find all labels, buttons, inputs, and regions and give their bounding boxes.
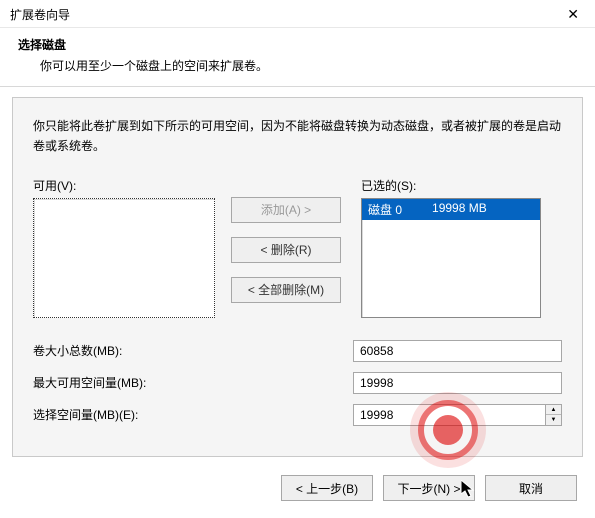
description-text: 你只能将此卷扩展到如下所示的可用空间，因为不能将磁盘转换为动态磁盘，或者被扩展的… (33, 116, 562, 157)
close-icon[interactable]: ✕ (561, 6, 585, 23)
selected-label: 已选的(S): (361, 177, 562, 194)
remove-button[interactable]: < 删除(R) (231, 237, 341, 263)
available-label: 可用(V): (33, 177, 213, 194)
cancel-button[interactable]: 取消 (485, 475, 577, 501)
available-listbox[interactable] (33, 198, 215, 318)
page-heading: 选择磁盘 (18, 36, 577, 53)
disk-name: 磁盘 0 (368, 201, 402, 218)
spin-down-icon[interactable]: ▼ (546, 415, 561, 425)
disk-size: 19998 MB (432, 201, 487, 218)
add-button[interactable]: 添加(A) > (231, 197, 341, 223)
spin-up-icon[interactable]: ▲ (546, 405, 561, 416)
next-button[interactable]: 下一步(N) > (383, 475, 475, 501)
page-subheading: 你可以用至少一个磁盘上的空间来扩展卷。 (18, 53, 577, 74)
select-space-input[interactable] (353, 404, 546, 426)
content-panel: 你只能将此卷扩展到如下所示的可用空间，因为不能将磁盘转换为动态磁盘，或者被扩展的… (12, 97, 583, 457)
selected-listbox[interactable]: 磁盘 0 19998 MB (361, 198, 541, 318)
window-title: 扩展卷向导 (10, 6, 70, 23)
max-space-value (353, 372, 562, 394)
quantity-stepper[interactable]: ▲ ▼ (546, 404, 562, 426)
select-space-label: 选择空间量(MB)(E): (33, 406, 353, 423)
max-space-label: 最大可用空间量(MB): (33, 374, 353, 391)
remove-all-button[interactable]: < 全部删除(M) (231, 277, 341, 303)
back-button[interactable]: < 上一步(B) (281, 475, 373, 501)
total-size-label: 卷大小总数(MB): (33, 342, 353, 359)
list-item[interactable]: 磁盘 0 19998 MB (362, 199, 540, 220)
total-size-value (353, 340, 562, 362)
